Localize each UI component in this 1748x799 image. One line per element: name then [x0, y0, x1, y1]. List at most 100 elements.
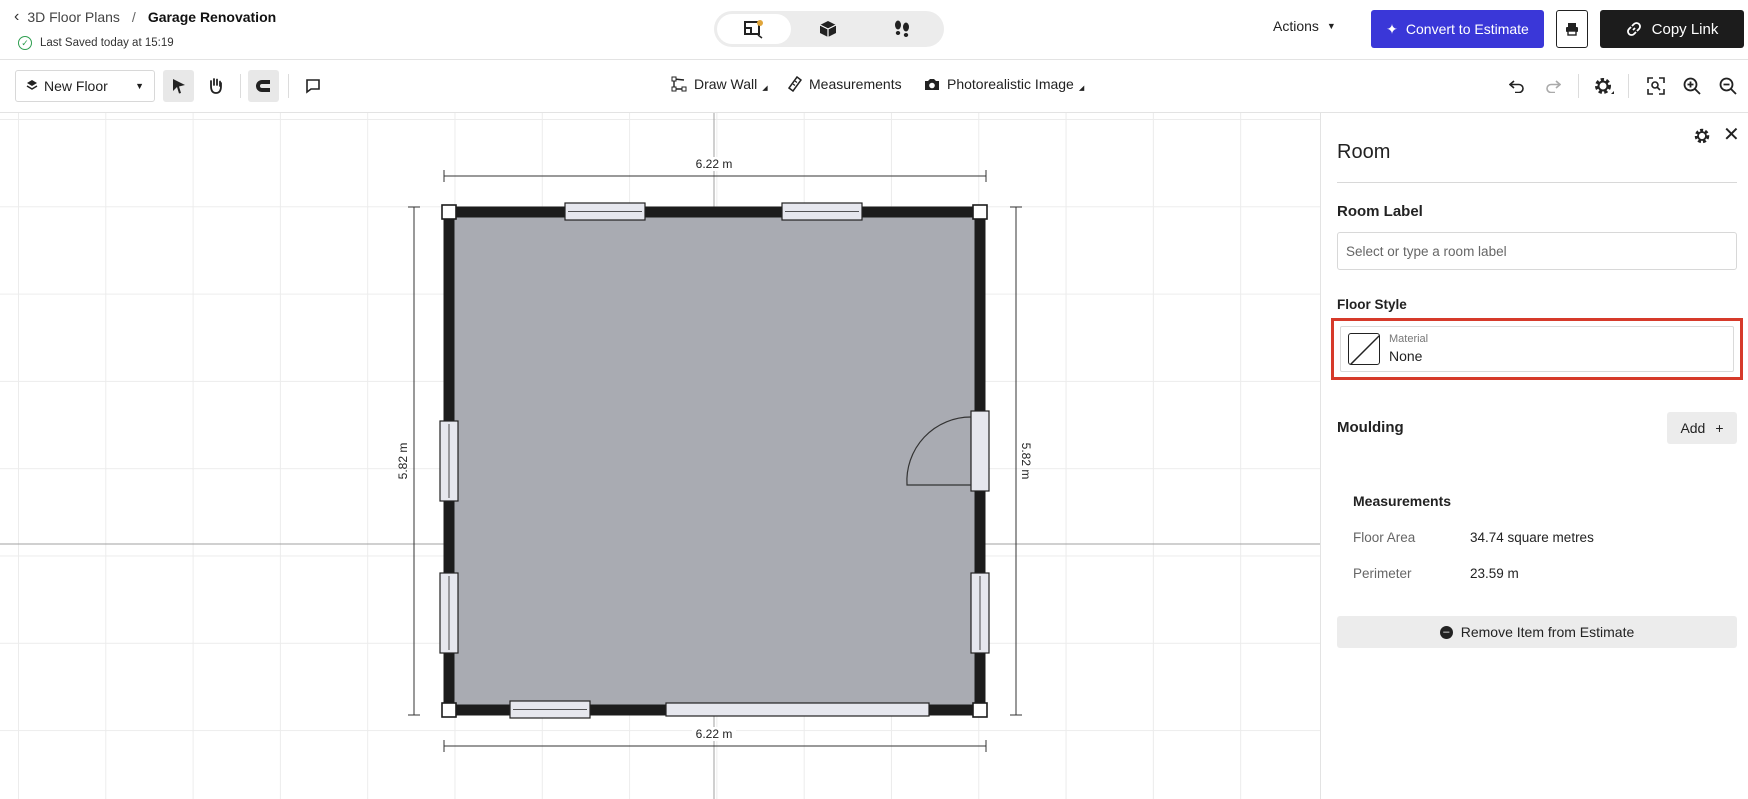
- actions-label: Actions: [1273, 18, 1319, 34]
- photorealistic-image-tool[interactable]: Photorealistic Image ◢: [924, 76, 1084, 92]
- room-label-heading: Room Label: [1337, 203, 1423, 220]
- remove-label: Remove Item from Estimate: [1460, 624, 1635, 640]
- comment-icon: [305, 79, 320, 94]
- gear-icon: [1595, 78, 1614, 94]
- view-mode-toggle: [714, 11, 944, 47]
- sparkle-icon: ✦: [1386, 20, 1398, 37]
- dimension-label-right: 5.82 m: [1019, 443, 1033, 480]
- material-caption: Material: [1389, 333, 1429, 345]
- breadcrumb-parent-link[interactable]: 3D Floor Plans: [27, 9, 120, 25]
- editor-toolbar: New Floor ▼ Draw Wall ◢ Measurements Pho…: [0, 60, 1748, 113]
- zoom-out-icon: [1719, 77, 1737, 95]
- 3d-box-icon: [819, 21, 837, 37]
- room-label-input[interactable]: [1337, 232, 1737, 270]
- settings-button[interactable]: [1592, 74, 1616, 98]
- zoom-out-button[interactable]: [1716, 74, 1740, 98]
- dimension-label-top: 6.22 m: [696, 157, 733, 171]
- ruler-icon: [788, 76, 802, 92]
- toolbar-divider: [240, 74, 241, 98]
- pan-tool-button[interactable]: [200, 70, 231, 102]
- draw-wall-icon: [671, 76, 687, 92]
- measurement-key: Perimeter: [1353, 566, 1412, 581]
- fit-view-button[interactable]: [1644, 74, 1668, 98]
- submenu-corner-icon: ◢: [1078, 85, 1085, 92]
- draw-wall-tool[interactable]: Draw Wall ◢: [671, 76, 768, 92]
- properties-panel: Room ✕ Room Label Floor Style Material N…: [1320, 113, 1748, 799]
- panel-title: Room: [1337, 141, 1391, 163]
- floor-style-highlight: Material None: [1331, 318, 1743, 380]
- garage-door[interactable]: [665, 702, 930, 717]
- link-icon: [1626, 22, 1641, 36]
- zoom-in-button[interactable]: [1680, 74, 1704, 98]
- toolbar-divider: [1578, 74, 1579, 98]
- add-moulding-button[interactable]: Add +: [1667, 412, 1737, 444]
- corner-handle[interactable]: [441, 204, 457, 220]
- floor-plan-canvas[interactable]: 6.22 m 6.22 m 5.82 m 5.82 m: [0, 113, 1320, 799]
- add-label: Add: [1680, 420, 1706, 436]
- magnet-icon: [255, 80, 270, 92]
- material-selector[interactable]: Material None: [1340, 326, 1734, 372]
- measurements-tool[interactable]: Measurements: [788, 76, 902, 92]
- no-material-swatch-icon: [1348, 333, 1380, 365]
- undo-button[interactable]: [1505, 74, 1529, 98]
- corner-handle[interactable]: [972, 204, 988, 220]
- divider: [1337, 182, 1737, 183]
- gear-icon[interactable]: [1693, 127, 1711, 145]
- measurements-heading: Measurements: [1353, 493, 1452, 509]
- measurements-label: Measurements: [809, 76, 902, 92]
- submenu-corner-icon: ◢: [762, 85, 768, 92]
- copy-link-button[interactable]: Copy Link: [1600, 10, 1744, 48]
- plus-icon: +: [1715, 420, 1724, 436]
- app-header: ‹ 3D Floor Plans / Garage Renovation ✓ L…: [0, 0, 1748, 60]
- breadcrumb: ‹ 3D Floor Plans / Garage Renovation: [14, 8, 276, 26]
- page-title: Garage Renovation: [147, 9, 277, 25]
- moulding-heading: Moulding: [1337, 419, 1404, 436]
- redo-button[interactable]: [1541, 74, 1565, 98]
- material-value: None: [1389, 348, 1423, 364]
- print-button[interactable]: [1556, 10, 1588, 48]
- select-tool-button[interactable]: [163, 70, 194, 102]
- layers-icon: [26, 78, 38, 94]
- floor-select-label: New Floor: [44, 78, 108, 94]
- floor-select[interactable]: New Floor ▼: [15, 70, 155, 102]
- dimension-label-left: 5.82 m: [396, 443, 410, 480]
- minus-circle-icon: –: [1439, 625, 1453, 639]
- 2d-plan-icon: [744, 20, 763, 39]
- dimension-label-bottom: 6.22 m: [696, 727, 733, 741]
- room-shape[interactable]: [443, 206, 986, 716]
- caret-down-icon: ▼: [135, 81, 144, 91]
- caret-down-icon: ▼: [1326, 21, 1336, 31]
- measurement-value: 34.74 square metres: [1470, 530, 1594, 545]
- view-3d-button[interactable]: [791, 14, 865, 44]
- back-chevron-icon[interactable]: ‹: [14, 8, 19, 26]
- view-walkthrough-button[interactable]: [865, 14, 939, 44]
- zoom-in-icon: [1683, 77, 1701, 95]
- convert-to-estimate-button[interactable]: ✦ Convert to Estimate: [1371, 10, 1544, 48]
- undo-icon: [1509, 80, 1524, 93]
- corner-handle[interactable]: [972, 702, 988, 718]
- measurement-value: 23.59 m: [1470, 566, 1519, 581]
- camera-icon: [925, 79, 939, 90]
- hand-icon: [209, 78, 222, 94]
- breadcrumb-separator: /: [131, 9, 136, 25]
- toolbar-divider: [288, 74, 289, 98]
- comment-tool-button[interactable]: [297, 70, 328, 102]
- save-status-text: Last Saved today at 15:19: [40, 37, 174, 49]
- copy-link-label: Copy Link: [1651, 20, 1719, 38]
- remove-from-estimate-button[interactable]: – Remove Item from Estimate: [1337, 616, 1737, 648]
- actions-menu[interactable]: Actions ▼: [1273, 18, 1336, 34]
- footsteps-icon: [895, 20, 909, 37]
- save-status: ✓ Last Saved today at 15:19: [18, 36, 174, 50]
- printer-icon: [1566, 23, 1578, 36]
- convert-label: Convert to Estimate: [1405, 21, 1529, 37]
- redo-icon: [1546, 80, 1561, 93]
- measurement-key: Floor Area: [1353, 530, 1416, 545]
- corner-handle[interactable]: [441, 702, 457, 718]
- draw-wall-label: Draw Wall: [694, 76, 758, 92]
- view-2d-button[interactable]: [717, 14, 791, 44]
- cursor-arrow-icon: [172, 79, 185, 94]
- door[interactable]: [970, 410, 990, 492]
- focus-frame-icon: [1647, 77, 1665, 95]
- close-icon[interactable]: ✕: [1723, 125, 1740, 145]
- snap-magnet-button[interactable]: [248, 70, 279, 102]
